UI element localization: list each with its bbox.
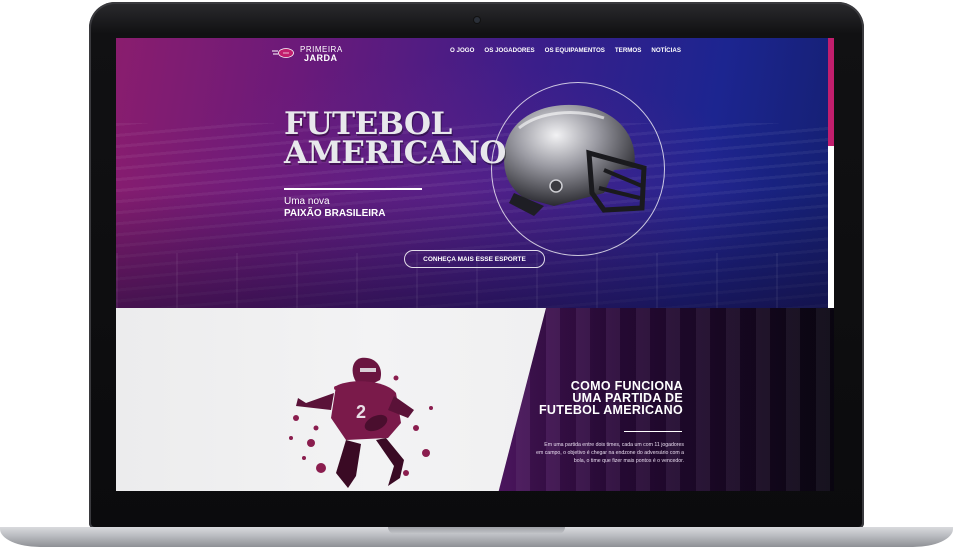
how-it-works-section: 2 COMO FUNCIONA UMA PARTIDA DE FUTEBOL A… [116, 308, 834, 491]
section2-title-line3: FUTEBOL AMERICANO [539, 403, 683, 417]
nav-item-o-jogo[interactable]: O JOGO [450, 47, 474, 54]
football-player-image: 2 [289, 357, 433, 488]
section2-divider [624, 431, 682, 432]
section2-title: COMO FUNCIONA UMA PARTIDA DE FUTEBOL AME… [488, 380, 683, 417]
hero-subtitle-line1: Uma nova [284, 196, 330, 207]
nav-item-termos[interactable]: TERMOS [615, 47, 641, 54]
nav-item-noticias[interactable]: NOTÍCIAS [651, 47, 681, 54]
laptop-notch [388, 527, 565, 534]
hero-subtitle-line2: PAIXÃO BRASILEIRA [284, 208, 386, 219]
nav-item-os-equipamentos[interactable]: OS EQUIPAMENTOS [545, 47, 605, 54]
webcam-icon [474, 17, 480, 23]
nav-item-os-jogadores[interactable]: OS JOGADORES [484, 47, 534, 54]
football-helmet-image [504, 104, 647, 216]
hero-title-line2: AMERICANO [284, 135, 506, 171]
website-screen: PRIMEIRA JARDA O JOGO OS JOGADORES OS EQ… [116, 38, 834, 491]
cta-button[interactable]: CONHEÇA MAIS ESSE ESPORTE [404, 250, 545, 268]
main-nav: O JOGO OS JOGADORES OS EQUIPAMENTOS TERM… [450, 47, 681, 54]
hero-divider [284, 188, 422, 190]
football-icon [272, 48, 294, 58]
hero-section: PRIMEIRA JARDA O JOGO OS JOGADORES OS EQ… [116, 38, 834, 308]
hero-title: FUTEBOL AMERICANO [284, 109, 506, 171]
edge-strip [828, 38, 834, 308]
section2-body: Em uma partida entre dois times, cada um… [536, 442, 684, 464]
site-logo[interactable]: PRIMEIRA JARDA [266, 45, 346, 63]
logo-text-bottom: JARDA [304, 53, 338, 63]
svg-text:2: 2 [356, 402, 366, 422]
